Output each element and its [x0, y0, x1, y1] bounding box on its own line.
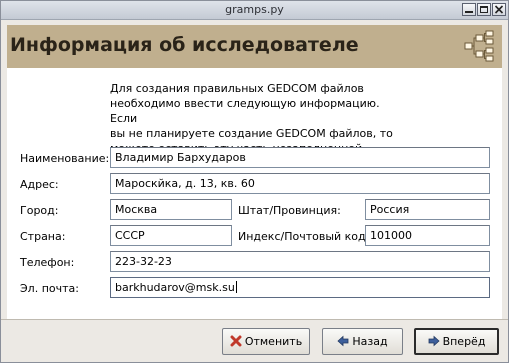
zip-field[interactable]: 101000 [365, 225, 490, 246]
email-field[interactable]: barkhudarov@msk.su [110, 277, 490, 298]
zip-label: Индекс/Почтовый код: [238, 230, 370, 243]
minimize-button[interactable] [462, 3, 476, 16]
back-button[interactable]: Назад [322, 328, 403, 355]
state-label: Штат/Провинция: [238, 204, 341, 217]
forward-button[interactable]: Вперёд [414, 328, 499, 355]
city-field[interactable]: Москва [110, 199, 232, 220]
dialog-content: Информация об исследователе Для создания… [7, 25, 502, 319]
close-icon [494, 5, 504, 14]
maximize-icon [480, 6, 488, 13]
email-value: barkhudarov@msk.su [115, 281, 235, 294]
text-caret [235, 281, 237, 293]
back-label: Назад [352, 335, 388, 348]
country-label: Страна: [20, 230, 66, 243]
cancel-icon [230, 335, 242, 347]
family-tree-icon [464, 30, 494, 62]
maximize-button[interactable] [477, 3, 491, 16]
cancel-button[interactable]: Отменить [222, 328, 310, 355]
phone-label: Телефон: [20, 256, 75, 269]
city-label: Город: [20, 204, 59, 217]
close-button[interactable] [492, 3, 506, 16]
window-title: gramps.py [225, 3, 284, 16]
phone-field[interactable]: 223-32-23 [110, 251, 490, 272]
address-field[interactable]: Мароскйка, д. 13, кв. 60 [110, 173, 490, 194]
name-field[interactable]: Владимир Бархударов [110, 147, 490, 168]
state-field[interactable]: Россия [365, 199, 490, 220]
email-label: Эл. почта: [20, 282, 79, 295]
forward-label: Вперёд [442, 335, 486, 348]
intro-text: Для создания правильных GEDCOM файлов не… [110, 82, 393, 155]
country-field[interactable]: СССР [110, 225, 232, 246]
address-label: Адрес: [20, 178, 59, 191]
page-title: Информация об исследователе [10, 34, 359, 56]
app-window: gramps.py Информация об исследователе Дл… [0, 0, 509, 363]
forward-arrow-icon [428, 335, 440, 347]
cancel-label: Отменить [244, 335, 303, 348]
name-label: Наименование: [20, 152, 110, 165]
minimize-icon [465, 11, 473, 13]
title-bar[interactable]: gramps.py [1, 1, 508, 20]
back-arrow-icon [337, 335, 349, 347]
button-separator [1, 319, 508, 320]
header-band: Информация об исследователе [7, 25, 502, 68]
